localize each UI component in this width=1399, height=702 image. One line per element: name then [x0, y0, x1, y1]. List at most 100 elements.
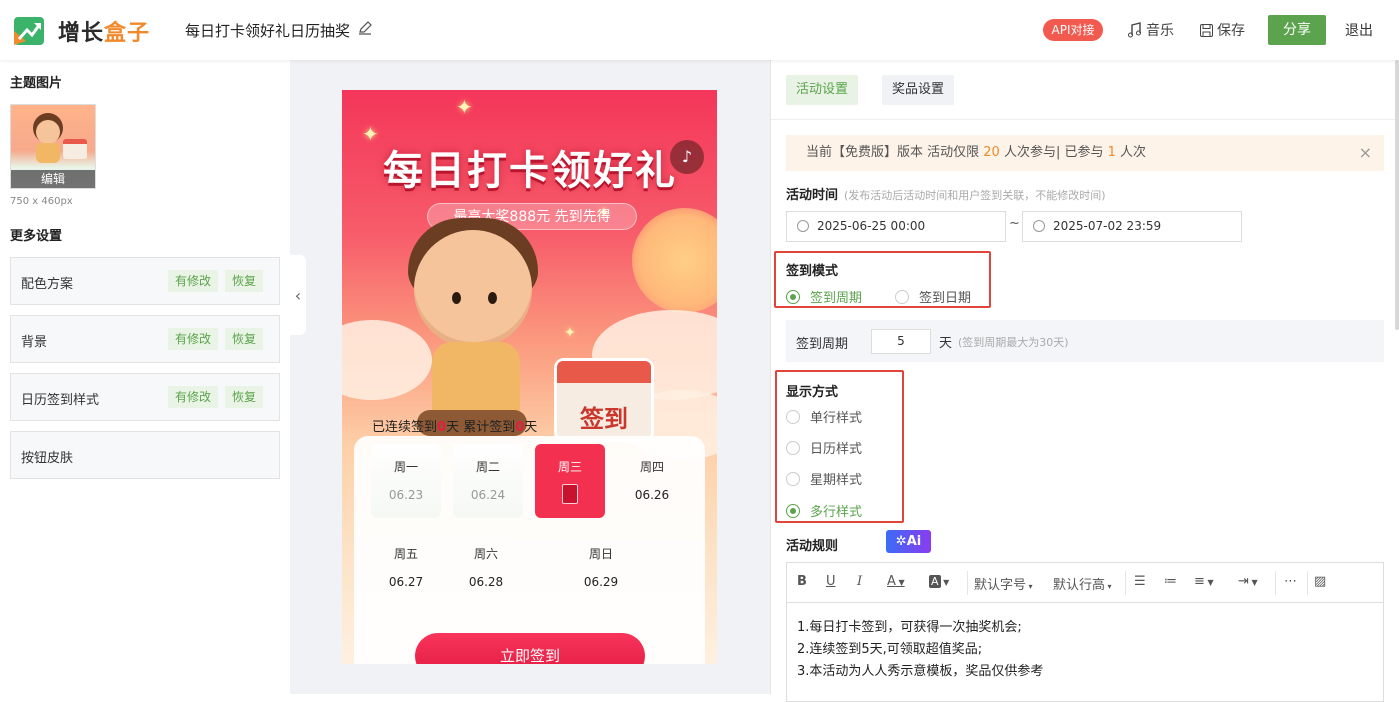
radio-unchecked-icon: [786, 409, 800, 424]
sun-decoration: [632, 208, 717, 313]
day-date: 06.29: [583, 575, 619, 589]
setting-item-button-skin[interactable]: 按钮皮肤: [10, 431, 280, 479]
rule-line: 2.连续签到5天,可领取超值奖品;: [797, 642, 983, 657]
radio-mode-date[interactable]: 签到日期: [895, 287, 971, 306]
bg-color-label: A: [929, 575, 941, 588]
ai-label: Ai: [906, 534, 922, 549]
caret-down-icon: ▼: [895, 578, 905, 587]
day-date: 06.24: [470, 488, 506, 502]
toolbar-divider: [1275, 571, 1276, 595]
notice-mid: 人次参与| 已参与: [999, 145, 1108, 160]
day-date: 06.27: [388, 575, 424, 589]
notice-joined: 1: [1107, 145, 1116, 160]
notice-prefix: 当前【免费版】版本 活动仅限: [806, 145, 984, 160]
checkin-cycle-row: 签到周期 5 天 (签到周期最大为30天): [786, 320, 1384, 362]
start-time-input[interactable]: 2025-06-25 00:00: [786, 211, 1006, 242]
total-days: 0: [515, 420, 525, 435]
setting-item-background[interactable]: 背景 有修改 恢复: [10, 315, 280, 363]
sign-in-button[interactable]: 立即签到: [415, 633, 645, 664]
music-label: 音乐: [1146, 23, 1174, 39]
api-button[interactable]: API对接: [1043, 19, 1103, 41]
theme-edit-button[interactable]: 编辑: [11, 170, 95, 188]
phone-preview: ✦ ✦ ✦ ✦ 每日打卡领好礼 ♪ 最高大奖888元 先到先得 签到 已连续签到…: [342, 90, 717, 664]
display-mode-label: 显示方式: [786, 385, 839, 400]
restore-button[interactable]: 恢复: [225, 328, 264, 350]
numbered-list-icon[interactable]: ≔: [1164, 574, 1177, 589]
calendar-sign-text: 签到: [580, 405, 628, 433]
radio-checked-icon: [786, 289, 800, 304]
activity-time-title: 活动时间: [786, 188, 839, 203]
day-week: 周三: [557, 460, 582, 474]
cycle-days-input[interactable]: 5: [871, 329, 931, 354]
radio-unchecked-icon: [786, 471, 800, 486]
rules-content[interactable]: 1.每日打卡签到，可获得一次抽奖机会; 2.连续签到5天,可领取超值奖品; 3.…: [797, 617, 1043, 683]
font-size-label: 默认字号: [974, 578, 1027, 593]
thumb-calendar: [63, 139, 87, 159]
exit-button[interactable]: 退出: [1345, 20, 1373, 40]
close-icon[interactable]: ×: [1359, 135, 1372, 171]
radio-display-multi[interactable]: 多行样式: [786, 501, 862, 520]
day-week: 周四: [639, 460, 664, 474]
tab-prize-settings[interactable]: 奖品设置: [882, 75, 955, 105]
image-icon[interactable]: ▨: [1314, 574, 1326, 589]
rules-label: 活动规则: [786, 539, 839, 554]
font-size-select[interactable]: 默认字号 ▾: [974, 574, 1033, 593]
radio-mode-cycle[interactable]: 签到周期: [786, 287, 862, 306]
collapse-left-button[interactable]: ‹: [290, 255, 306, 335]
font-color-button[interactable]: A ▼: [887, 574, 905, 589]
toolbar-divider: [967, 571, 968, 595]
radio-display-calendar[interactable]: 日历样式: [786, 438, 862, 457]
day-cell-wed-today[interactable]: 周三: [535, 444, 605, 518]
save-button[interactable]: 保存: [1199, 20, 1245, 40]
logo-text: 增长盒子: [58, 15, 150, 47]
music-button[interactable]: 音乐: [1127, 20, 1174, 40]
end-time-input[interactable]: 2025-07-02 23:59: [1022, 211, 1242, 242]
activity-title[interactable]: 每日打卡领好礼日历抽奖: [185, 20, 350, 41]
notice-suffix: 人次: [1115, 145, 1147, 160]
cycle-label: 签到周期: [796, 337, 849, 352]
tab-activity-settings[interactable]: 活动设置: [786, 75, 859, 105]
divider-insert-icon[interactable]: ⋯: [1284, 574, 1297, 589]
radio-checked-icon: [786, 503, 800, 518]
end-time-value: 2025-07-02 23:59: [1053, 219, 1162, 233]
day-cell-fri[interactable]: 周五 06.27: [371, 531, 441, 605]
day-cell-sat[interactable]: 周六 06.28: [451, 531, 521, 605]
checkin-calendar: 周一 06.23 周二 06.24 周三 周四 06.26 周五 06.27 周…: [354, 436, 705, 664]
pencil-icon[interactable]: [358, 21, 372, 35]
setting-label: 背景: [21, 335, 48, 350]
bold-button[interactable]: B: [797, 574, 807, 589]
streak-text: 已连续签到0天 累计签到0天: [372, 416, 537, 435]
ai-assist-button[interactable]: ✲Ai: [886, 530, 931, 553]
right-panel-scrollbar[interactable]: [1395, 60, 1399, 330]
setting-item-calendar-style[interactable]: 日历签到样式 有修改 恢复: [10, 373, 280, 421]
indent-icon[interactable]: ⇥ ▼: [1238, 574, 1258, 589]
restore-button[interactable]: 恢复: [225, 386, 264, 408]
clock-icon: [1033, 220, 1045, 232]
toolbar-divider: [1307, 571, 1308, 595]
bg-color-button[interactable]: A ▼: [929, 574, 949, 589]
day-cell-tue[interactable]: 周二 06.24: [453, 444, 523, 518]
radio-label: 签到日期: [919, 291, 972, 306]
align-icon[interactable]: ≡ ▼: [1194, 574, 1214, 589]
underline-button[interactable]: U: [826, 574, 836, 589]
day-week: 周五: [393, 547, 418, 561]
theme-image-thumbnail[interactable]: 编辑: [10, 104, 96, 189]
setting-item-color-scheme[interactable]: 配色方案 有修改 恢复: [10, 257, 280, 305]
day-cell-sun[interactable]: 周日 06.29: [566, 531, 636, 605]
line-height-label: 默认行高: [1053, 578, 1106, 593]
right-panel: 活动设置 奖品设置 当前【免费版】版本 活动仅限 20 人次参与| 已参与 1 …: [770, 60, 1399, 702]
radio-display-week[interactable]: 星期样式: [786, 469, 862, 488]
share-button[interactable]: 分享: [1268, 15, 1326, 45]
radio-label: 星期样式: [810, 473, 863, 488]
character-eye: [452, 292, 461, 304]
music-toggle-icon[interactable]: ♪: [670, 140, 704, 174]
day-cell-thu[interactable]: 周四 06.26: [617, 444, 687, 518]
radio-display-single[interactable]: 单行样式: [786, 407, 862, 426]
italic-button[interactable]: I: [857, 574, 862, 589]
bullet-list-icon[interactable]: ☰: [1134, 574, 1146, 589]
line-height-select[interactable]: 默认行高 ▾: [1053, 574, 1112, 593]
day-cell-mon[interactable]: 周一 06.23: [371, 444, 441, 518]
restore-button[interactable]: 恢复: [225, 270, 264, 292]
logo-icon: [14, 17, 44, 45]
version-notice: 当前【免费版】版本 活动仅限 20 人次参与| 已参与 1 人次 ×: [786, 135, 1384, 171]
